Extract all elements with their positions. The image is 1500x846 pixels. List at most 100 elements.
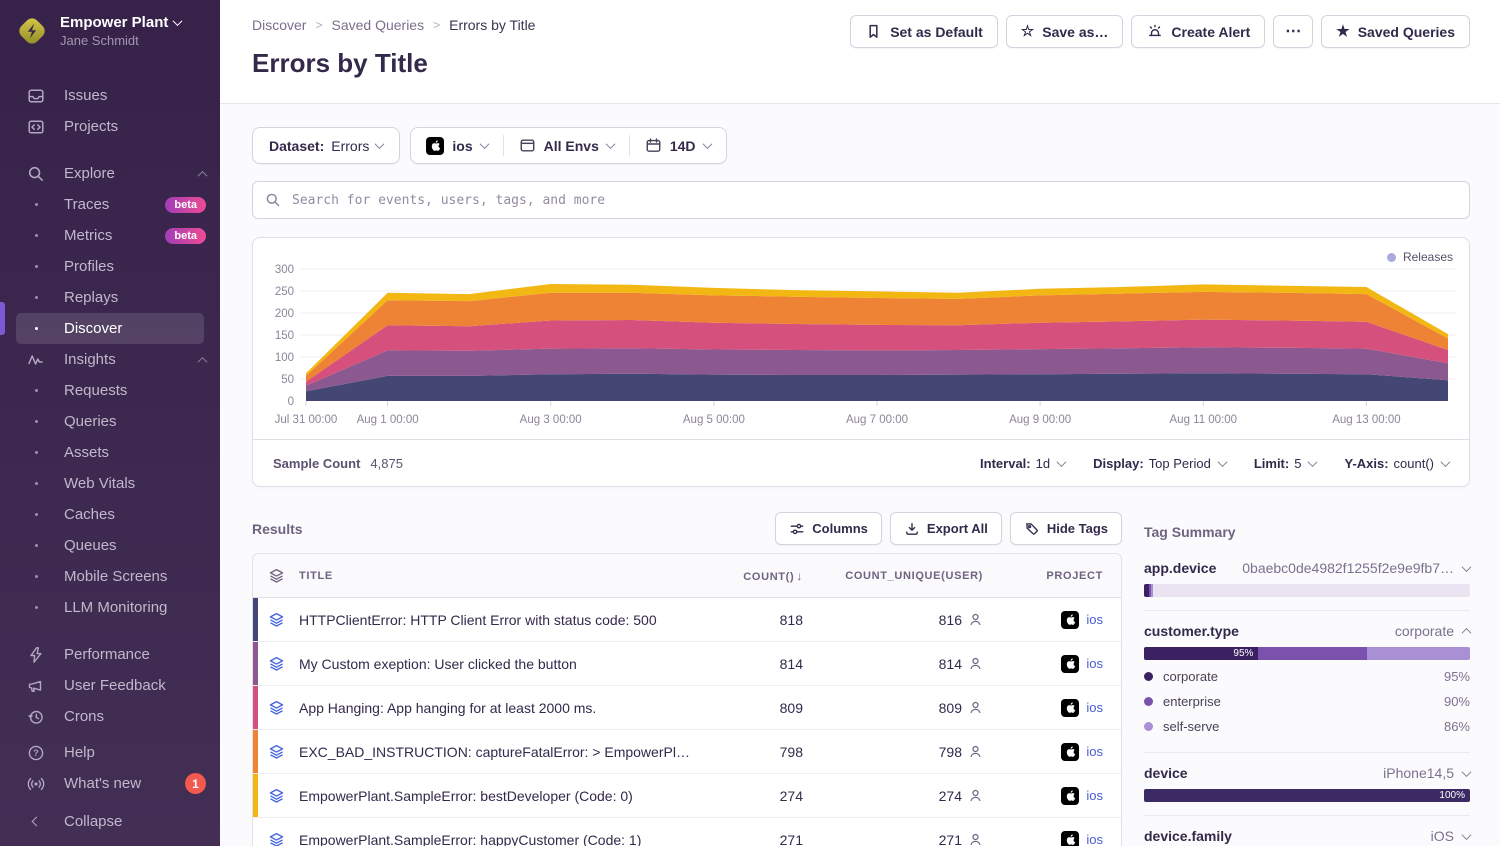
unique-count-value: 816: [939, 612, 962, 628]
breadcrumb-separator-icon: >: [315, 18, 322, 32]
sidebar-item-label: Discover: [64, 320, 122, 337]
sidebar-item-label: Queues: [64, 537, 117, 554]
tag-value-row[interactable]: enterprise 90%: [1144, 689, 1470, 714]
tag-header[interactable]: customer.type corporate: [1144, 621, 1470, 641]
sidebar-item-web-vitals[interactable]: Web Vitals: [0, 468, 220, 499]
sidebar-item-profiles[interactable]: Profiles: [0, 251, 220, 282]
tag-value-row[interactable]: corporate 95%: [1144, 664, 1470, 689]
error-title-link[interactable]: EmpowerPlant.SampleError: bestDeveloper …: [299, 788, 703, 804]
chevron-down-icon: [1057, 457, 1067, 467]
tag-header[interactable]: device.family iOS: [1144, 826, 1470, 846]
sidebar-item-assets[interactable]: Assets: [0, 437, 220, 468]
tag-header[interactable]: app.device 0baebc0de4982f1255f2e9e9fb7…: [1144, 558, 1470, 578]
interval-selector[interactable]: Interval: 1d: [980, 456, 1065, 471]
sidebar-item-queries[interactable]: Queries: [0, 406, 220, 437]
column-project[interactable]: PROJECT: [1003, 570, 1121, 582]
error-title-link[interactable]: My Custom exeption: User clicked the but…: [299, 656, 703, 672]
user-icon: [968, 612, 983, 627]
results-title: Results: [252, 521, 303, 537]
divider: [1144, 752, 1470, 753]
project-link[interactable]: ios: [1086, 700, 1103, 715]
unique-count-value: 271: [939, 832, 962, 846]
apple-icon: [1061, 743, 1079, 761]
svg-text:Aug 13 00:00: Aug 13 00:00: [1332, 414, 1400, 426]
sidebar-section-insights[interactable]: Insights: [0, 344, 220, 375]
column-count-unique[interactable]: COUNT_UNIQUE(USER): [823, 570, 1003, 582]
columns-button[interactable]: Columns: [775, 512, 882, 545]
sidebar-item-issues[interactable]: Issues: [0, 80, 220, 111]
app-root: Empower Plant Jane Schmidt Issues Projec…: [0, 0, 1500, 846]
export-all-button[interactable]: Export All: [890, 512, 1002, 545]
download-icon: [904, 521, 920, 537]
hide-tags-button[interactable]: Hide Tags: [1010, 512, 1122, 545]
sidebar-section-label: Explore: [64, 165, 115, 182]
dataset-selector[interactable]: Dataset: Errors: [252, 127, 400, 164]
project-link[interactable]: ios: [1086, 656, 1103, 671]
chevron-down-icon: [375, 139, 385, 149]
limit-selector[interactable]: Limit: 5: [1254, 456, 1317, 471]
project-link[interactable]: ios: [1086, 744, 1103, 759]
inbox-icon: [26, 86, 46, 106]
column-title[interactable]: TITLE: [299, 570, 703, 582]
column-count[interactable]: COUNT()↓: [703, 569, 823, 583]
error-title-link[interactable]: App Hanging: App hanging for at least 20…: [299, 700, 703, 716]
sidebar-item-user-feedback[interactable]: User Feedback: [0, 670, 220, 701]
search-input[interactable]: [290, 192, 1457, 209]
count-value: 798: [703, 744, 823, 760]
apple-icon: [426, 137, 444, 155]
save-as-button[interactable]: ☆ Save as…: [1006, 15, 1124, 48]
project-link[interactable]: ios: [1086, 612, 1103, 627]
tag-header[interactable]: device iPhone14,5: [1144, 763, 1470, 783]
bullet-icon: [26, 327, 46, 330]
date-range-filter[interactable]: 14D: [630, 128, 726, 163]
sidebar-item-metrics[interactable]: Metrics beta: [0, 220, 220, 251]
sidebar-item-caches[interactable]: Caches: [0, 499, 220, 530]
error-title-link[interactable]: EmpowerPlant.SampleError: happyCustomer …: [299, 832, 703, 846]
table-header: TITLE COUNT()↓ COUNT_UNIQUE(USER) PROJEC…: [253, 554, 1121, 598]
sidebar-item-label: Metrics: [64, 227, 112, 244]
create-alert-button[interactable]: Create Alert: [1131, 15, 1265, 48]
tag-value-row[interactable]: self-serve 86%: [1144, 714, 1470, 739]
sidebar-item-queues[interactable]: Queues: [0, 530, 220, 561]
sidebar-item-projects[interactable]: Projects: [0, 111, 220, 142]
sidebar-item-discover[interactable]: Discover: [16, 313, 204, 344]
sidebar-item-traces[interactable]: Traces beta: [0, 189, 220, 220]
sidebar-item-whats-new[interactable]: What's new 1: [0, 768, 220, 799]
y-axis-selector[interactable]: Y-Axis: count(): [1344, 456, 1449, 471]
more-options-button[interactable]: ⋯: [1273, 15, 1313, 48]
sidebar-item-requests[interactable]: Requests: [0, 375, 220, 406]
sidebar-item-llm-monitoring[interactable]: LLM Monitoring: [0, 592, 220, 623]
sidebar-item-crons[interactable]: Crons: [0, 701, 220, 732]
error-title-link[interactable]: EXC_BAD_INSTRUCTION: captureFatalError: …: [299, 744, 703, 760]
org-switcher[interactable]: Empower Plant Jane Schmidt: [0, 0, 220, 62]
sidebar-item-replays[interactable]: Replays: [0, 282, 220, 313]
environment-filter[interactable]: All Envs: [504, 128, 629, 163]
legend-dot-icon: [1144, 722, 1153, 731]
sidebar-item-label: Mobile Screens: [64, 568, 167, 585]
sidebar-item-label: User Feedback: [64, 677, 166, 694]
unique-count-value: 798: [939, 744, 962, 760]
set-as-default-button[interactable]: Set as Default: [850, 15, 998, 48]
help-icon: ?: [26, 743, 46, 763]
breadcrumb-saved-queries[interactable]: Saved Queries: [331, 17, 424, 33]
breadcrumb-discover[interactable]: Discover: [252, 17, 306, 33]
tag-section-customer-type: customer.type corporate 95% corporate 95…: [1144, 621, 1470, 739]
svg-text:100: 100: [275, 352, 294, 364]
project-link[interactable]: ios: [1086, 832, 1103, 846]
sidebar-item-performance[interactable]: Performance: [0, 639, 220, 670]
apple-icon: [1061, 831, 1079, 846]
active-nav-accent: [0, 302, 5, 335]
sidebar-item-mobile-screens[interactable]: Mobile Screens: [0, 561, 220, 592]
bullet-icon: [26, 575, 46, 578]
sidebar-item-help[interactable]: ? Help: [0, 737, 220, 768]
display-selector[interactable]: Display: Top Period: [1093, 456, 1226, 471]
error-title-link[interactable]: HTTPClientError: HTTP Client Error with …: [299, 612, 703, 628]
sidebar-collapse-button[interactable]: Collapse: [0, 806, 220, 837]
project-filter[interactable]: ios: [411, 128, 502, 163]
sidebar-section-label: Insights: [64, 351, 116, 368]
saved-queries-button[interactable]: ★ Saved Queries: [1321, 15, 1470, 48]
sidebar-item-label: Projects: [64, 118, 118, 135]
sidebar-section-explore[interactable]: Explore: [0, 158, 220, 189]
org-name: Empower Plant: [60, 14, 168, 31]
project-link[interactable]: ios: [1086, 788, 1103, 803]
